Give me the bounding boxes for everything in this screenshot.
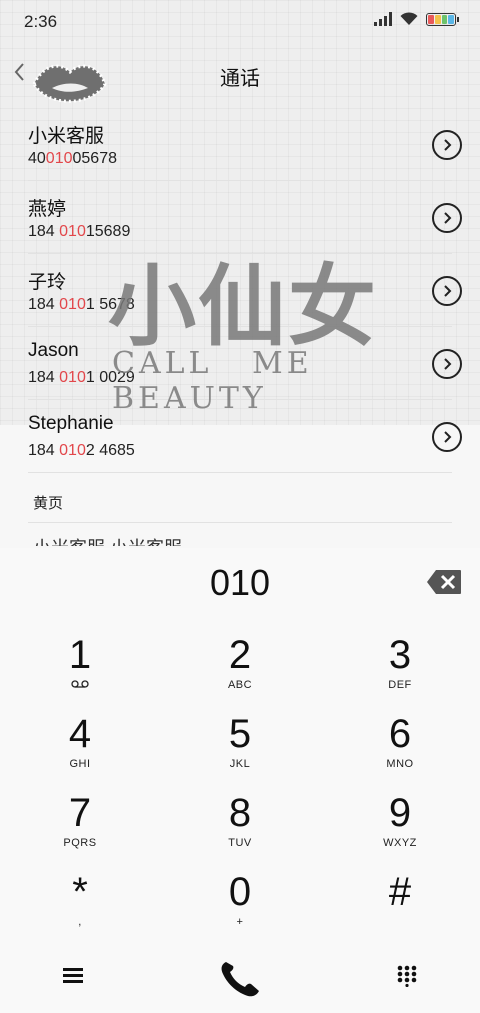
dial-input[interactable]: 010 bbox=[0, 562, 480, 604]
key-2[interactable]: 2 ABC bbox=[180, 632, 300, 710]
contact-name: 小米客服 bbox=[28, 126, 105, 147]
key-6[interactable]: 6 MNO bbox=[340, 711, 460, 789]
key-4[interactable]: 4 GHI bbox=[20, 711, 140, 789]
chevron-right-circle-icon[interactable] bbox=[432, 276, 462, 306]
menu-icon[interactable] bbox=[63, 966, 83, 984]
key-1[interactable]: 1 bbox=[20, 632, 140, 710]
key-9[interactable]: 9 WXYZ bbox=[340, 790, 460, 868]
contact-row[interactable]: Stephanie 184 0102 4685 bbox=[28, 400, 462, 473]
chevron-right-circle-icon[interactable] bbox=[432, 349, 462, 379]
status-icons bbox=[374, 12, 459, 26]
chevron-right-circle-icon[interactable] bbox=[432, 130, 462, 160]
key-5[interactable]: 5 JKL bbox=[180, 711, 300, 789]
contact-name: Jason bbox=[28, 340, 79, 361]
contact-name: 子玲 bbox=[28, 272, 67, 293]
contact-row[interactable]: 子玲 184 0101 5678 bbox=[28, 254, 462, 327]
wifi-icon bbox=[400, 12, 418, 25]
yellow-pages-header: 黄页 bbox=[33, 495, 64, 512]
yellow-pages-item[interactable]: 小米客服 小米客服 bbox=[33, 534, 233, 546]
key-3[interactable]: 3 DEF bbox=[340, 632, 460, 710]
key-star[interactable]: * , bbox=[20, 869, 140, 947]
contact-number: 184 0101 0029 bbox=[28, 369, 135, 386]
battery-icon bbox=[426, 12, 459, 26]
status-time: 2:36 bbox=[24, 12, 58, 31]
contact-number: 4001005678 bbox=[28, 150, 117, 167]
contact-row[interactable]: 小米客服 4001005678 bbox=[28, 108, 462, 181]
key-hash[interactable]: # bbox=[340, 869, 460, 947]
signal-icon bbox=[374, 12, 392, 26]
phone-icon[interactable] bbox=[218, 958, 262, 998]
lips-sticker-icon bbox=[32, 64, 107, 103]
voicemail-icon bbox=[71, 680, 89, 688]
bottom-bar bbox=[0, 944, 480, 1013]
contact-name: 燕婷 bbox=[28, 199, 67, 220]
contact-row[interactable]: Jason 184 0101 0029 bbox=[28, 327, 462, 400]
status-bar: 2:36 bbox=[0, 0, 480, 44]
contact-row[interactable]: 燕婷 184 01015689 bbox=[28, 181, 462, 254]
contact-number: 184 0102 4685 bbox=[28, 442, 135, 459]
divider bbox=[28, 522, 452, 523]
key-8[interactable]: 8 TUV bbox=[180, 790, 300, 868]
backspace-icon[interactable] bbox=[426, 569, 462, 595]
key-0[interactable]: 0 + bbox=[180, 869, 300, 947]
contact-name: Stephanie bbox=[28, 413, 114, 434]
grid-icon[interactable] bbox=[396, 965, 418, 987]
contact-number: 184 0101 5678 bbox=[28, 296, 135, 313]
contact-number: 184 01015689 bbox=[28, 223, 131, 240]
chevron-right-circle-icon[interactable] bbox=[432, 203, 462, 233]
key-7[interactable]: 7 PQRS bbox=[20, 790, 140, 868]
chevron-right-circle-icon[interactable] bbox=[432, 422, 462, 452]
contact-list: 小米客服 4001005678 燕婷 184 01015689 子玲 184 0… bbox=[0, 108, 480, 473]
